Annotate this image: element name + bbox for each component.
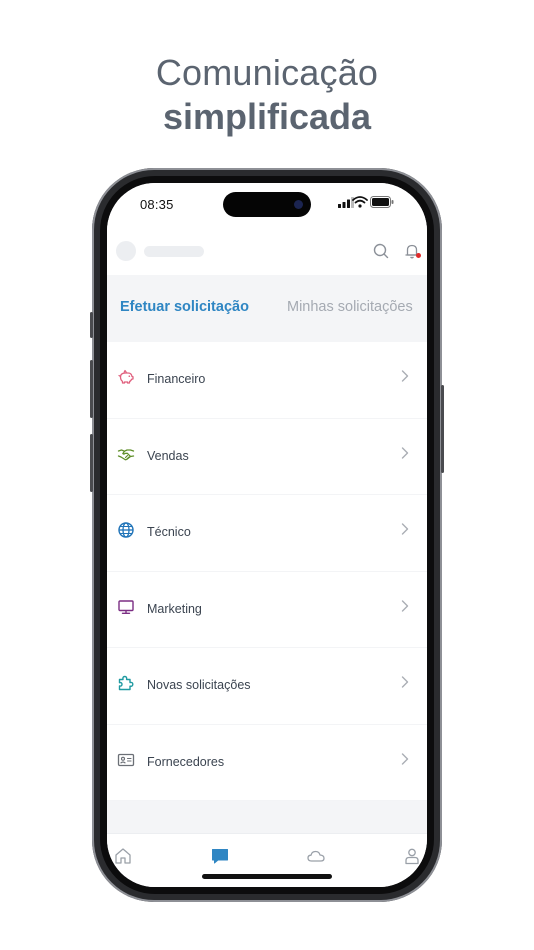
dynamic-island [223,192,311,217]
list-item-label: Fornecedores [147,754,225,769]
handshake-icon [117,448,135,460]
list-item-fornecedores[interactable]: Fornecedores [107,724,427,801]
list-item-label: Vendas [147,448,189,463]
search-icon[interactable] [371,241,391,261]
chevron-right-icon [401,599,409,612]
chevron-right-icon [401,446,409,459]
list-item-financeiro[interactable]: Financeiro [107,342,427,419]
monitor-icon [118,599,134,614]
list-item-vendas[interactable]: Vendas [107,418,427,495]
chevron-right-icon [401,752,409,765]
status-time: 08:35 [140,197,174,212]
user-name-placeholder [144,246,204,257]
list-item-label: Financeiro [147,372,206,386]
power-button [441,385,444,473]
list-item-label: Técnico [147,525,191,539]
headline: Comunicação simplificada [0,52,534,138]
request-tabs: Efetuar solicitação Minhas solicitações [107,275,427,339]
list-item-marketing[interactable]: Marketing [107,571,427,648]
list-item-tecnico[interactable]: Técnico [107,495,427,572]
globe-icon [118,522,134,538]
category-list: Financeiro Vendas Técnico Marketing Nova… [107,342,427,801]
headline-line-2: simplificada [162,96,372,137]
avatar[interactable] [116,241,136,261]
chevron-right-icon [401,370,409,382]
home-indicator [202,874,332,879]
chat-icon[interactable] [210,846,230,866]
tab-minhas-solicitacoes[interactable]: Minhas solicitações [287,299,413,315]
list-item-label: Novas solicitações [147,678,251,692]
notification-dot [416,253,421,258]
status-bar: 08:35 [107,183,427,227]
user-icon[interactable] [402,846,422,866]
battery-icon [370,196,394,208]
cloud-icon[interactable] [306,846,326,866]
chevron-right-icon [401,523,409,535]
list-item-label: Marketing [147,601,202,616]
piggy-bank-icon [118,369,134,384]
volume-down-button [90,434,93,492]
headline-line-1: Comunicação [155,52,379,93]
id-card-icon [117,753,135,766]
volume-up-button [90,360,93,418]
action-button [90,312,93,338]
camera-lens [294,200,303,209]
chevron-right-icon [401,676,409,688]
puzzle-icon [118,675,134,691]
tab-efetuar-solicitacao[interactable]: Efetuar solicitação [120,299,249,315]
home-icon[interactable] [113,846,133,866]
app-header [107,227,427,275]
phone-screen: 08:35 Efetuar solicitação Minhas solicit… [107,183,427,887]
list-item-novas-solicitacoes[interactable]: Novas solicitações [107,648,427,725]
bell-icon[interactable] [402,241,422,261]
wifi-icon [352,196,368,208]
